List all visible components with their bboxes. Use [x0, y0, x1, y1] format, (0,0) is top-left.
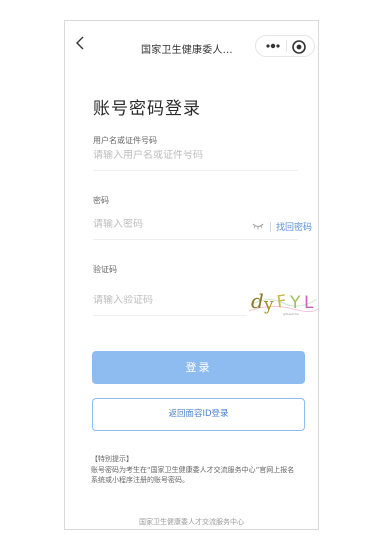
captcha-image[interactable]: d y F Y L gifcaptcha	[247, 283, 319, 317]
page-title: 账号密码登录	[93, 99, 201, 119]
captcha-field-row: d y F Y L gifcaptcha	[93, 283, 318, 317]
field-separator	[270, 222, 271, 232]
navigation-bar: 国家卫生健康委人...	[65, 21, 318, 71]
svg-text:gifcaptcha: gifcaptcha	[283, 312, 299, 316]
capsule-divider	[286, 40, 287, 52]
more-dots-icon[interactable]	[264, 41, 282, 51]
username-field-row	[93, 148, 298, 171]
password-field-row: 找回密码	[93, 217, 312, 240]
eye-closed-icon[interactable]	[252, 221, 264, 231]
username-label: 用户名或证件号码	[93, 136, 157, 145]
captcha-label: 验证码	[93, 265, 117, 274]
svg-text:y: y	[263, 295, 274, 315]
password-label: 密码	[93, 196, 109, 205]
svg-text:Y: Y	[289, 293, 301, 313]
svg-text:d: d	[251, 289, 264, 313]
find-password-link[interactable]: 找回密码	[276, 220, 312, 233]
face-id-login-button[interactable]: 返回面容ID登录	[92, 398, 305, 431]
mini-program-capsule	[255, 35, 315, 57]
login-button[interactable]: 登录	[92, 351, 305, 384]
captcha-input[interactable]	[93, 295, 213, 306]
target-close-icon[interactable]	[291, 39, 307, 55]
notice-text: 账号密码为考生在“国家卫生健康委人才交流服务中心”官网上报名系统或小程序注册的账…	[91, 466, 295, 484]
username-input[interactable]	[93, 150, 213, 161]
nav-title: 国家卫生健康委人...	[141, 45, 233, 56]
password-input[interactable]	[93, 219, 213, 230]
chevron-left-icon[interactable]	[73, 35, 89, 51]
svg-text:L: L	[304, 293, 314, 313]
notice-title: 【特别提示】	[91, 455, 133, 463]
phone-frame: 国家卫生健康委人... 账号密码登录 用户名或证件号码 密码 找	[64, 20, 319, 530]
footer-text: 国家卫生健康委人才交流服务中心	[139, 518, 244, 526]
